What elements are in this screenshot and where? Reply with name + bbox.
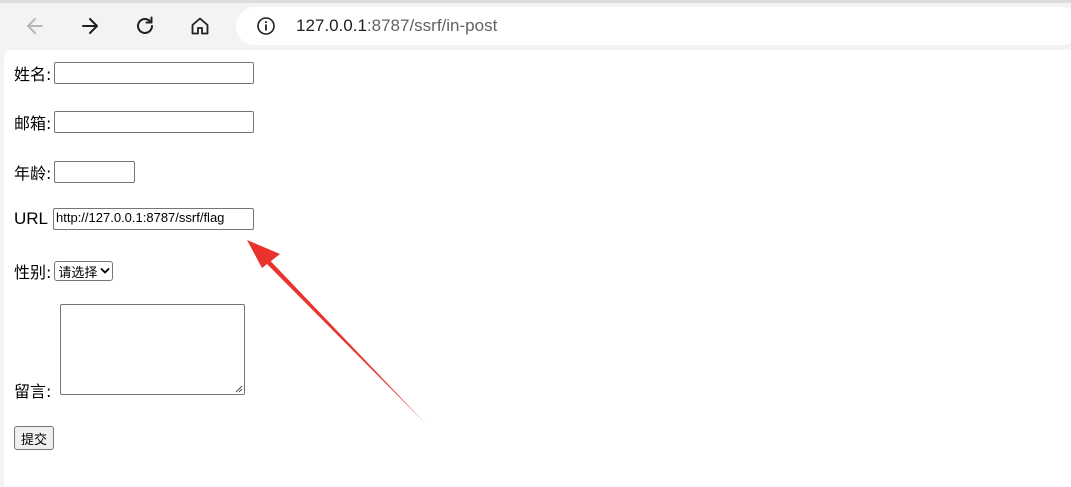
gender-select[interactable]: 请选择 (54, 261, 114, 281)
resize-handle-icon[interactable] (234, 384, 243, 393)
window-top-border (0, 0, 1071, 3)
email-label: 邮箱: (14, 114, 52, 133)
message-label: 留言: (14, 382, 52, 401)
home-button[interactable] (183, 9, 217, 43)
info-icon[interactable] (256, 16, 276, 36)
url-input[interactable]: http://127.0.0.1:8787/ssrf/flag (53, 208, 255, 230)
url-host: 127.0.0.1 (296, 16, 367, 35)
message-row: 留言: (14, 378, 54, 402)
browser-toolbar: 127.0.0.1:8787/ssrf/in-post (0, 0, 1071, 50)
message-textarea[interactable] (60, 304, 245, 395)
reload-icon (137, 16, 153, 34)
email-row: 邮箱: (14, 110, 255, 134)
url-row: URL http://127.0.0.1:8787/ssrf/flag (14, 208, 255, 230)
chevron-down-icon (101, 268, 110, 274)
name-label: 姓名: (14, 65, 52, 84)
url-text[interactable]: 127.0.0.1:8787/ssrf/in-post (296, 15, 497, 37)
gender-row: 性别: 请选择 (14, 259, 114, 283)
home-icon (191, 17, 209, 35)
address-bar[interactable]: 127.0.0.1:8787/ssrf/in-post (236, 7, 1071, 45)
name-row: 姓名: (14, 61, 255, 85)
page-content: 姓名: 邮箱: 年龄: URL http://127.0.0.1:8787/ss… (4, 50, 1071, 487)
age-row: 年龄: (14, 160, 136, 184)
reload-button[interactable] (128, 9, 162, 43)
age-input[interactable] (54, 161, 136, 183)
age-label: 年龄: (14, 164, 52, 183)
back-icon (27, 18, 43, 34)
gender-select-value: 请选择 (58, 265, 98, 281)
submit-button[interactable]: 提交 (14, 426, 55, 450)
url-path: :8787/ssrf/in-post (366, 16, 498, 35)
gender-label: 性别: (14, 263, 52, 282)
url-label: URL (14, 209, 49, 228)
forward-icon (82, 18, 98, 34)
email-input[interactable] (54, 111, 255, 133)
forward-button[interactable] (73, 9, 107, 43)
back-button[interactable] (18, 9, 52, 43)
name-input[interactable] (54, 62, 255, 84)
